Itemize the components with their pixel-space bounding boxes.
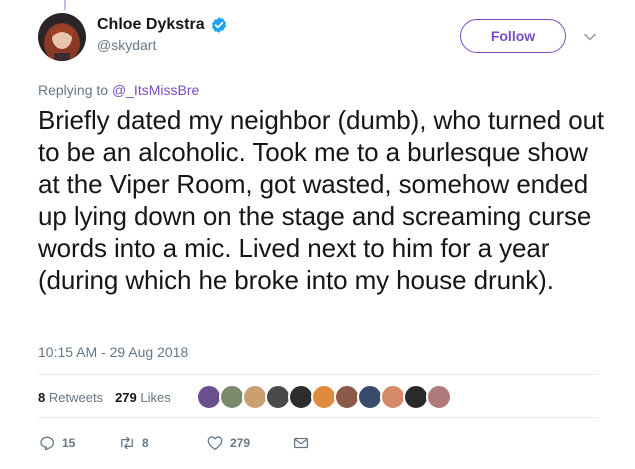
replying-to-label: Replying to (38, 82, 109, 98)
retweet-button[interactable]: 8 (118, 434, 206, 452)
replying-to-line: Replying to @_ItsMissBre (38, 82, 199, 98)
tweet-stats: 8 Retweets 279 Likes (38, 390, 171, 405)
retweet-count: 8 (142, 436, 149, 450)
like-count: 279 (230, 436, 251, 450)
author-name[interactable]: Chloe Dykstra (97, 16, 205, 34)
retweets-label: Retweets (48, 390, 104, 405)
tweet-text: Briefly dated my neighbor (dumb), who tu… (38, 105, 605, 295)
envelope-icon (293, 437, 309, 449)
reply-mention-link[interactable]: @_ItsMissBre (112, 82, 199, 98)
verified-badge-icon (211, 17, 226, 33)
author-avatar[interactable] (38, 13, 86, 61)
author-name-row: Chloe Dykstra (97, 16, 228, 34)
retweets-stat[interactable]: 8 Retweets (38, 390, 103, 405)
thread-connector-line (64, 0, 66, 10)
like-button[interactable]: 279 (206, 434, 292, 452)
likes-count: 279 (115, 390, 137, 405)
likes-stat[interactable]: 279 Likes (115, 390, 171, 405)
divider (38, 374, 598, 375)
direct-message-button[interactable] (292, 434, 310, 452)
retweet-icon (121, 436, 133, 450)
divider (38, 417, 598, 418)
follow-button[interactable]: Follow (460, 19, 566, 53)
tweet-timestamp[interactable]: 10:15 AM - 29 Aug 2018 (38, 344, 188, 360)
heart-icon (207, 436, 223, 451)
liker-avatars[interactable] (196, 384, 452, 410)
likes-label: Likes (140, 390, 171, 405)
tweet-actions: 15 8 279 (38, 434, 310, 452)
chevron-down-icon[interactable] (583, 30, 597, 44)
reply-count: 15 (62, 436, 76, 450)
retweets-count: 8 (38, 390, 46, 405)
author-handle[interactable]: @skydart (97, 37, 156, 53)
avatar-image (38, 13, 86, 61)
liker-avatar[interactable] (426, 384, 452, 410)
reply-icon (40, 436, 55, 451)
reply-button[interactable]: 15 (38, 434, 118, 452)
